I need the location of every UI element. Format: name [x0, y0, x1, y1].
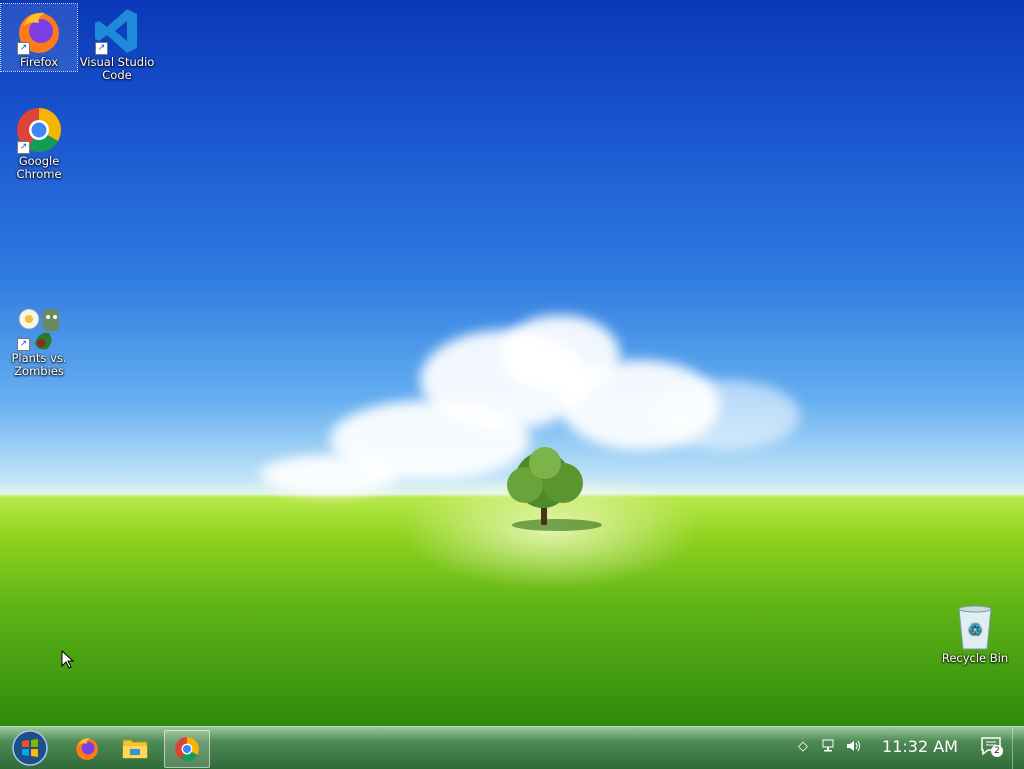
notification-center-button[interactable]: 2: [980, 736, 1006, 760]
shortcut-arrow-icon: ↗: [95, 42, 108, 55]
windows-start-icon: [12, 730, 48, 766]
desktop-icon-chrome[interactable]: ↗ Google Chrome: [1, 103, 77, 181]
firefox-icon: [76, 738, 98, 760]
show-desktop-button[interactable]: [1012, 727, 1024, 769]
vscode-icon: ↗: [93, 7, 141, 55]
taskbar-clock[interactable]: 11:32 AM: [870, 737, 970, 756]
taskbar-firefox-button[interactable]: [66, 730, 108, 766]
shortcut-arrow-icon: ↗: [17, 141, 30, 154]
desktop[interactable]: ↗ Firefox ↗ Visual Studio Code ↗ Google: [0, 0, 1024, 726]
desktop-icon-label: Plants vs. Zombies: [11, 351, 67, 378]
taskbar-chrome-button[interactable]: [164, 730, 210, 768]
network-icon[interactable]: [822, 739, 838, 757]
desktop-icon-label: Google Chrome: [16, 154, 62, 181]
taskbar-file-explorer-button[interactable]: [114, 730, 156, 766]
taskbar: ◇ 11:32 AM 2: [0, 726, 1024, 769]
desktop-icon-label: Visual Studio Code: [79, 55, 155, 82]
desktop-icon-recycle-bin[interactable]: ♻ Recycle Bin: [937, 600, 1013, 665]
volume-icon[interactable]: [846, 739, 864, 757]
shortcut-arrow-icon: ↗: [17, 42, 30, 55]
file-explorer-icon: [122, 739, 148, 759]
desktop-icon-plants-vs-zombies[interactable]: ↗ Plants vs. Zombies: [1, 300, 77, 378]
desktop-icon-vscode[interactable]: ↗ Visual Studio Code: [79, 4, 155, 82]
shortcut-arrow-icon: ↗: [17, 338, 30, 351]
show-hidden-icon[interactable]: ◇: [798, 739, 808, 754]
start-button[interactable]: [9, 728, 51, 768]
firefox-icon: ↗: [15, 7, 63, 55]
chrome-icon: ↗: [15, 106, 63, 154]
chrome-icon: [175, 737, 199, 761]
plants-vs-zombies-icon: ↗: [15, 303, 63, 351]
desktop-icon-label: Recycle Bin: [941, 651, 1009, 665]
desktop-icon-firefox[interactable]: ↗ Firefox: [0, 3, 78, 72]
cloud: [650, 380, 800, 450]
mouse-cursor-icon: [61, 650, 75, 669]
recycle-bin-icon: ♻: [951, 603, 999, 651]
svg-text:♻: ♻: [968, 620, 982, 639]
notification-count-badge: 2: [991, 745, 1003, 757]
tree: [507, 447, 602, 531]
desktop-icon-label: Firefox: [19, 55, 59, 69]
